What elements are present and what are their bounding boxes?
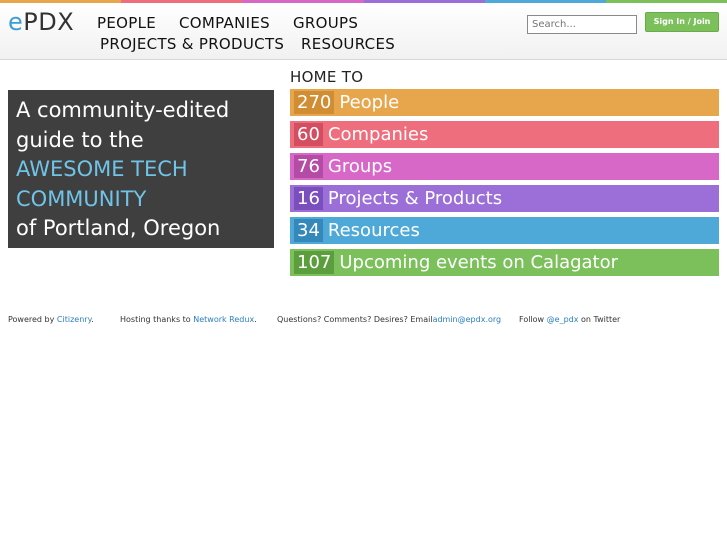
stat-row-companies[interactable]: 60 Companies [290, 121, 719, 148]
site-footer: Powered by Citizenry. Hosting thanks to … [8, 315, 720, 327]
stat-count: 60 [294, 123, 323, 146]
nav-people[interactable]: PEOPLE [97, 14, 156, 32]
hero-line: guide to the [16, 127, 144, 152]
stat-count: 16 [294, 187, 323, 210]
stat-label: Companies [327, 124, 429, 145]
hero-line-accent: AWESOME TECH [16, 157, 188, 181]
footer-follow: Follow @e_pdx on Twitter [519, 315, 620, 325]
twitter-link[interactable]: @e_pdx [547, 315, 579, 324]
stat-row-projects[interactable]: 16 Projects & Products [290, 185, 719, 212]
site-header: ePDX PEOPLE COMPANIES GROUPS PROJECTS & … [0, 3, 727, 60]
hero-line: A community-edited [16, 98, 230, 122]
citizenry-link[interactable]: Citizenry [57, 315, 91, 324]
nav-projects-products[interactable]: PROJECTS & PRODUCTS [100, 35, 284, 53]
network-redux-link[interactable]: Network Redux [193, 315, 254, 324]
hero-line: of Portland, Oregon [16, 216, 221, 240]
hero-tagline: A community-edited guide to the AWESOME … [8, 90, 274, 248]
hero-line-accent: COMMUNITY [16, 186, 147, 211]
email-link[interactable]: admin@epdx.org [433, 315, 502, 324]
search-input[interactable] [527, 15, 637, 34]
footer-text: Follow [519, 315, 545, 324]
nav-groups[interactable]: GROUPS [293, 14, 358, 32]
stat-label: Projects & Products [327, 188, 503, 209]
stat-count: 76 [294, 155, 323, 178]
stat-label: Upcoming events on Calagator [339, 252, 619, 273]
footer-text: Hosting thanks to [120, 315, 191, 324]
sign-in-button[interactable]: Sign In / Join [645, 12, 719, 32]
stat-row-events[interactable]: 107 Upcoming events on Calagator [290, 249, 719, 276]
stat-count: 270 [294, 91, 335, 114]
stat-label: People [339, 92, 400, 113]
site-logo[interactable]: ePDX [8, 7, 74, 37]
footer-text: Powered by [8, 315, 55, 324]
footer-questions: Questions? Comments? Desires? Emailadmin… [277, 315, 501, 325]
home-to-heading: HOME TO [290, 68, 364, 86]
logo-e: e [8, 8, 24, 36]
footer-hosting: Hosting thanks to Network Redux. [120, 315, 257, 325]
stat-count: 107 [294, 251, 335, 274]
stat-label: Groups [327, 156, 393, 177]
stat-label: Resources [327, 220, 420, 241]
nav-resources[interactable]: RESOURCES [301, 35, 395, 53]
footer-text: Questions? Comments? Desires? Email [277, 315, 433, 324]
footer-text: . [91, 315, 94, 324]
stat-row-people[interactable]: 270 People [290, 89, 719, 116]
nav-companies[interactable]: COMPANIES [179, 14, 270, 32]
stat-row-groups[interactable]: 76 Groups [290, 153, 719, 180]
footer-text: on Twitter [581, 315, 621, 324]
logo-text: PDX [23, 8, 75, 36]
stat-row-resources[interactable]: 34 Resources [290, 217, 719, 244]
footer-powered: Powered by Citizenry. [8, 315, 94, 325]
stat-count: 34 [294, 219, 323, 242]
footer-text: . [254, 315, 257, 324]
